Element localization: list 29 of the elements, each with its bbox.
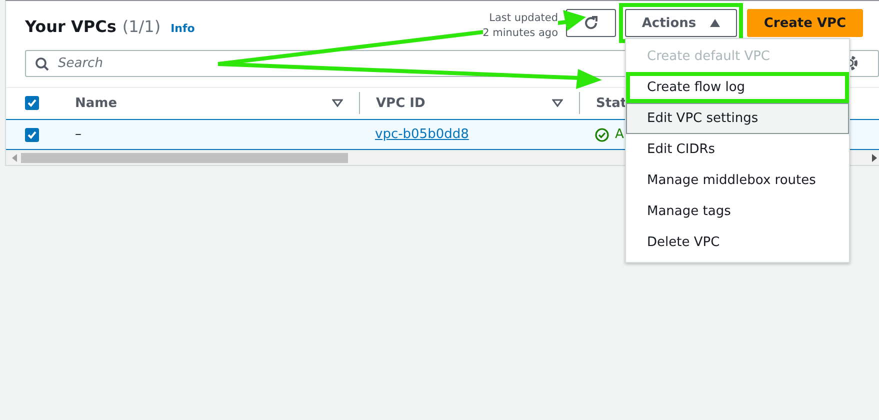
scroll-right-icon[interactable]	[872, 154, 877, 162]
info-link[interactable]: Info	[170, 22, 195, 35]
page-title: Your VPCs	[25, 17, 116, 36]
checkbox[interactable]	[25, 96, 39, 110]
menu-item[interactable]: Manage middlebox routes	[626, 165, 849, 196]
column-header: VPC ID	[376, 96, 426, 110]
checkbox[interactable]	[25, 128, 39, 142]
refresh-icon	[583, 15, 599, 31]
vpc-id-link[interactable]: vpc-b05b0dd8	[375, 127, 469, 142]
search-icon	[35, 57, 49, 71]
column-header: Stat	[596, 96, 627, 110]
actions-button[interactable]: Actions	[625, 9, 737, 37]
menu-item[interactable]: Edit VPC settings	[626, 103, 849, 134]
table-cell: A	[615, 127, 624, 142]
caret-icon	[710, 19, 720, 27]
selection-count: (1/1)	[122, 17, 161, 36]
last-updated-text: 2 minutes ago	[482, 26, 558, 41]
column-header: Name	[75, 96, 118, 110]
status-ok-icon	[595, 128, 609, 142]
menu-item[interactable]: Create flow log	[626, 72, 849, 103]
sort-icon[interactable]	[332, 99, 343, 107]
last-updated-text: Last updated	[489, 11, 558, 26]
create-vpc-button[interactable]: Create VPC	[747, 9, 863, 37]
sort-icon[interactable]	[552, 99, 563, 107]
menu-item[interactable]: Manage tags	[626, 196, 849, 227]
menu-item[interactable]: Delete VPC	[626, 227, 849, 258]
menu-item[interactable]: Edit CIDRs	[626, 134, 849, 165]
table-cell: –	[75, 127, 82, 142]
scrollbar-thumb[interactable]	[21, 152, 348, 162]
